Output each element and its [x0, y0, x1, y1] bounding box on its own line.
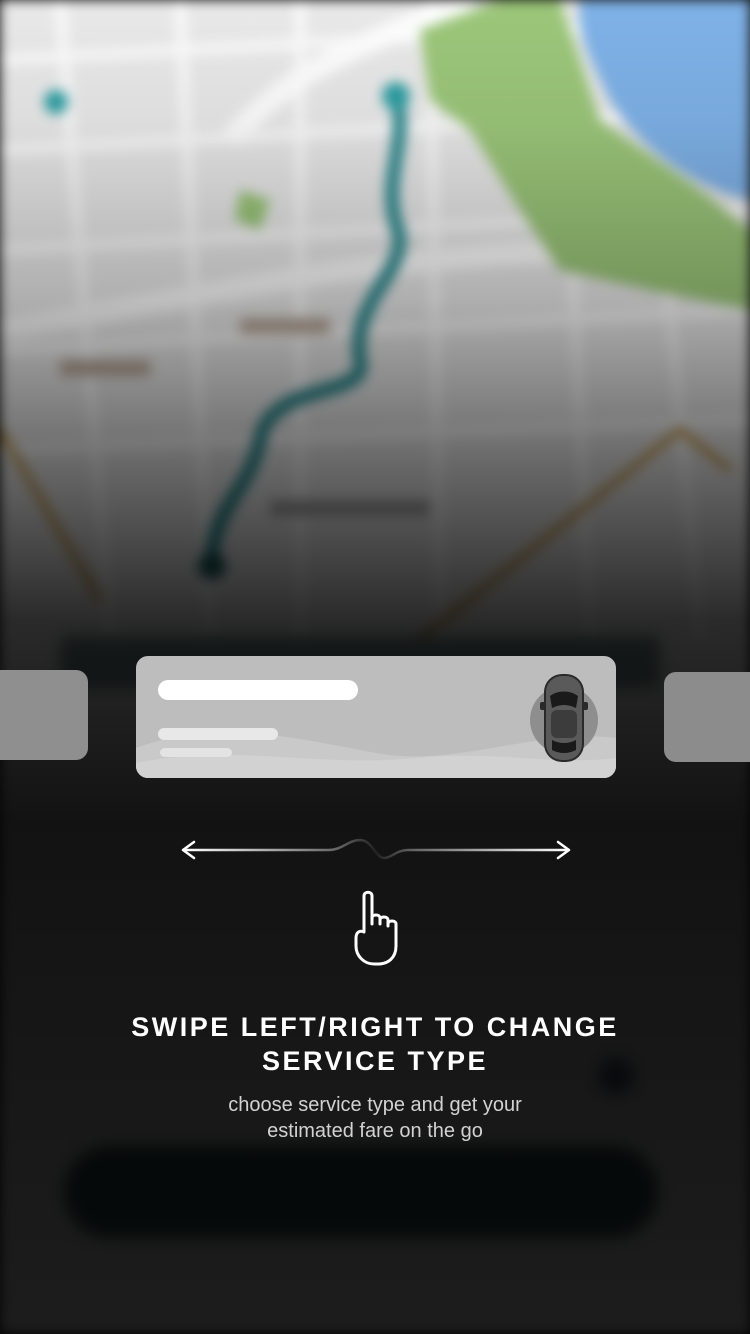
- onboarding-screen: SWIPE LEFT/RIGHT TO CHANGE SERVICE TYPE …: [0, 0, 750, 1334]
- onboarding-subtitle-line1: choose service type and get your: [228, 1094, 522, 1116]
- onboarding-title-line2: SERVICE TYPE: [261, 1046, 489, 1076]
- left-right-arrow-icon: [178, 836, 574, 870]
- service-card-previous[interactable]: [0, 670, 88, 760]
- service-card-current[interactable]: [136, 656, 616, 778]
- onboarding-title: SWIPE LEFT/RIGHT TO CHANGE SERVICE TYPE: [0, 1010, 750, 1078]
- service-fare-placeholder: [158, 728, 278, 740]
- service-name-placeholder: [158, 680, 358, 700]
- onboarding-subtitle-line2: estimated fare on the go: [267, 1120, 483, 1142]
- onboarding-subtitle: choose service type and get your estimat…: [0, 1092, 750, 1144]
- onboarding-title-line1: SWIPE LEFT/RIGHT TO CHANGE: [131, 1012, 619, 1042]
- service-card-next[interactable]: [664, 672, 750, 762]
- service-eta-placeholder: [160, 748, 232, 757]
- hand-pointer-icon: [350, 888, 402, 972]
- car-top-view-icon: [530, 672, 604, 768]
